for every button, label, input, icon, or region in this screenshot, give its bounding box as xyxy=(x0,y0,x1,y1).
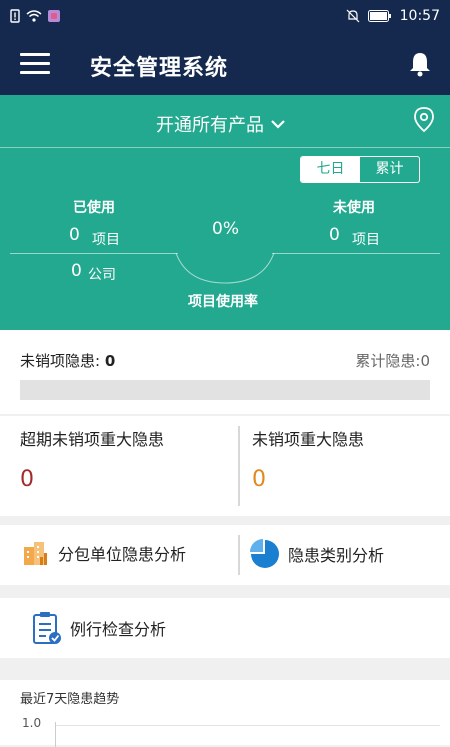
open-hazards: 未销项隐患: 0 xyxy=(20,350,115,371)
overdue-major-label: 超期未销项重大隐患 xyxy=(20,430,165,449)
range-tabs: 七日 累计 xyxy=(300,156,420,183)
status-bar: 10:57 xyxy=(0,0,450,33)
wifi-icon xyxy=(26,10,42,22)
trend-title: 最近7天隐患趋势 xyxy=(20,692,120,707)
mute-icon xyxy=(346,9,360,23)
tab-cumulative[interactable]: 累计 xyxy=(360,157,419,182)
unused-label: 未使用 xyxy=(333,200,375,216)
used-projects-unit: 项目 xyxy=(92,232,120,248)
clock: 10:57 xyxy=(399,8,440,24)
clipboard-check-icon xyxy=(33,612,61,644)
battery-icon xyxy=(367,10,391,22)
used-companies-count: 0 xyxy=(71,261,82,281)
product-row: 开通所有产品 xyxy=(0,95,450,148)
routine-row: 例行检查分析 xyxy=(0,598,450,658)
divider-line xyxy=(272,253,440,254)
unused-projects-count: 0 xyxy=(329,225,340,245)
subcontract-analysis-label: 分包单位隐患分析 xyxy=(58,545,187,564)
open-major-hazards[interactable]: 未销项重大隐患 0 xyxy=(240,416,450,516)
page-title: 安全管理系统 xyxy=(90,56,229,81)
open-major-label: 未销项重大隐患 xyxy=(252,430,365,449)
used-label: 已使用 xyxy=(73,200,115,216)
usage-rate: 0% xyxy=(212,219,239,239)
analysis-row: 分包单位隐患分析 隐患类别分析 xyxy=(0,525,450,585)
divider-line xyxy=(10,253,178,254)
category-analysis-label: 隐患类别分析 xyxy=(288,546,385,565)
app-notification-icon xyxy=(48,10,60,22)
hazard-progress-bar xyxy=(20,380,430,400)
location-icon[interactable] xyxy=(412,106,436,134)
product-dropdown[interactable]: 开通所有产品 xyxy=(156,111,286,137)
y-axis xyxy=(55,722,56,747)
trend-chart: 最近7天隐患趋势 1.0 xyxy=(0,680,450,747)
subcontract-analysis-button[interactable]: 分包单位隐患分析 xyxy=(22,539,186,567)
app-bar: 安全管理系统 xyxy=(0,33,450,95)
tab-seven-days[interactable]: 七日 xyxy=(301,157,360,182)
menu-button[interactable] xyxy=(20,53,50,75)
divider xyxy=(238,535,240,575)
open-hazards-value: 0 xyxy=(104,352,116,370)
usage-summary: 开通所有产品 七日 累计 已使用 0 项目 0 公司 0% 项目使用率 未使用 … xyxy=(0,95,450,330)
building-chart-icon xyxy=(24,542,47,565)
open-major-value: 0 xyxy=(252,467,266,492)
category-analysis-button[interactable]: 隐患类别分析 xyxy=(250,539,384,569)
hazard-panel: 未销项隐患: 0 累计隐患:0 xyxy=(0,330,450,414)
product-dropdown-label: 开通所有产品 xyxy=(156,115,264,136)
menu-icon-bar xyxy=(20,62,50,65)
routine-analysis-button[interactable]: 例行检查分析 xyxy=(32,611,166,645)
y-axis-tick: 1.0 xyxy=(22,716,42,730)
overdue-major-value: 0 xyxy=(20,467,34,492)
pie-chart-icon xyxy=(250,539,279,568)
overdue-major-hazards[interactable]: 超期未销项重大隐患 0 xyxy=(0,416,238,516)
chevron-down-icon xyxy=(271,120,285,129)
routine-analysis-label: 例行检查分析 xyxy=(70,620,167,639)
used-projects-count: 0 xyxy=(69,225,80,245)
gridline xyxy=(55,725,440,726)
total-hazards: 累计隐患:0 xyxy=(355,352,430,370)
usage-gauge xyxy=(175,252,275,284)
used-companies-unit: 公司 xyxy=(88,267,116,283)
menu-icon-bar xyxy=(20,71,50,74)
major-hazard-panel: 超期未销项重大隐患 0 未销项重大隐患 0 xyxy=(0,416,450,516)
alert-icon xyxy=(10,9,20,23)
open-hazards-label: 未销项隐患: xyxy=(20,352,101,370)
usage-rate-label: 项目使用率 xyxy=(188,294,258,310)
menu-icon-bar xyxy=(20,53,50,56)
bell-icon[interactable] xyxy=(408,51,432,77)
unused-projects-unit: 项目 xyxy=(352,232,380,248)
